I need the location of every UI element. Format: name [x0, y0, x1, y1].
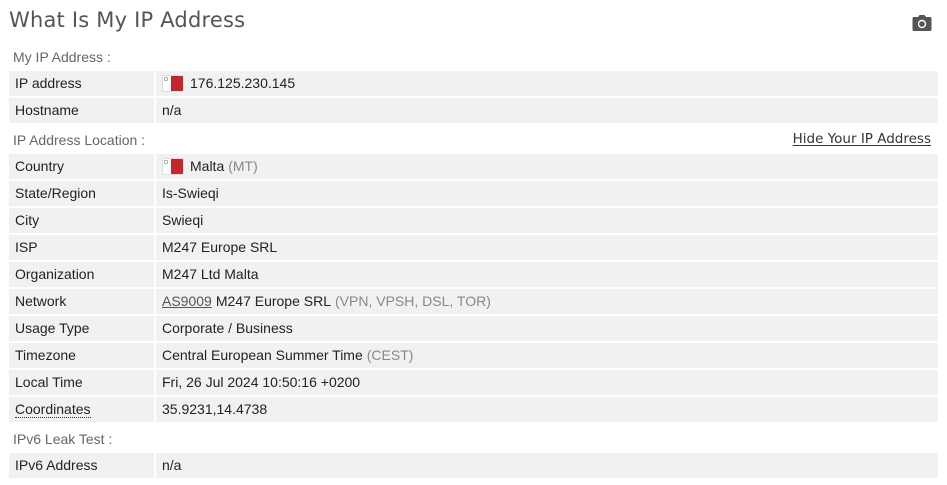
section-ipv6: IPv6 Leak Test :	[13, 431, 113, 447]
malta-flag-icon	[162, 75, 184, 92]
row-label: Timezone	[9, 343, 154, 368]
table-row-organization: Organization M247 Ltd Malta	[9, 262, 938, 287]
row-label: ISP	[9, 235, 154, 260]
table-row-ip-address: IP address 176.125.230.145	[9, 71, 938, 96]
camera-icon[interactable]	[912, 14, 932, 32]
row-value: n/a	[156, 453, 938, 478]
network-tags: (VPN, VPSH, DSL, TOR)	[335, 293, 491, 309]
row-value: Corporate / Business	[156, 316, 938, 341]
table-row-isp: ISP M247 Europe SRL	[9, 235, 938, 260]
table-row-country: Country Malta (MT)	[9, 154, 938, 179]
table-row-network: Network AS9009 M247 Europe SRL (VPN, VPS…	[9, 289, 938, 314]
row-label: IPv6 Address	[9, 453, 154, 478]
row-value: Is-Swieqi	[156, 181, 938, 206]
table-row-timezone: Timezone Central European Summer Time (C…	[9, 343, 938, 368]
page: What Is My IP Address My IP Address : IP…	[0, 0, 947, 485]
country-code: (MT)	[228, 158, 258, 174]
row-label: Organization	[9, 262, 154, 287]
row-value: AS9009 M247 Europe SRL (VPN, VPSH, DSL, …	[156, 289, 938, 314]
coordinates-label[interactable]: Coordinates	[15, 401, 91, 418]
table-row-ipv6: IPv6 Address n/a	[9, 453, 938, 478]
section-location: IP Address Location :	[13, 132, 146, 148]
row-label: IP address	[9, 71, 154, 96]
timezone-value: Central European Summer Time	[162, 347, 363, 363]
row-label: City	[9, 208, 154, 233]
row-value: 176.125.230.145	[156, 71, 938, 96]
table-row-hostname: Hostname n/a	[9, 98, 938, 123]
row-label[interactable]: Coordinates	[9, 397, 154, 422]
malta-flag-icon	[162, 158, 184, 175]
network-value: M247 Europe SRL	[215, 293, 332, 309]
row-label: Country	[9, 154, 154, 179]
ip-address-value: 176.125.230.145	[190, 75, 296, 91]
table-row-coordinates: Coordinates 35.9231,14.4738	[9, 397, 938, 422]
asn-link[interactable]: AS9009	[162, 289, 212, 314]
row-value: M247 Europe SRL	[156, 235, 938, 260]
row-label: Network	[9, 289, 154, 314]
table-row-state: State/Region Is-Swieqi	[9, 181, 938, 206]
table-row-local-time: Local Time Fri, 26 Jul 2024 10:50:16 +02…	[9, 370, 938, 395]
hide-ip-link[interactable]: Hide Your IP Address	[793, 131, 931, 147]
row-value: Swieqi	[156, 208, 938, 233]
row-value: Fri, 26 Jul 2024 10:50:16 +0200	[156, 370, 938, 395]
table-row-city: City Swieqi	[9, 208, 938, 233]
table-row-usage-type: Usage Type Corporate / Business	[9, 316, 938, 341]
row-value: Malta (MT)	[156, 154, 938, 179]
row-label: Hostname	[9, 98, 154, 123]
row-label: Usage Type	[9, 316, 154, 341]
row-label: Local Time	[9, 370, 154, 395]
row-value: M247 Ltd Malta	[156, 262, 938, 287]
row-label: State/Region	[9, 181, 154, 206]
timezone-abbr: (CEST)	[366, 347, 414, 363]
page-title: What Is My IP Address	[9, 8, 246, 32]
section-my-ip: My IP Address :	[13, 49, 111, 65]
country-value: Malta	[190, 158, 225, 174]
row-value: Central European Summer Time (CEST)	[156, 343, 938, 368]
row-value: n/a	[156, 98, 938, 123]
row-value: 35.9231,14.4738	[156, 397, 938, 422]
